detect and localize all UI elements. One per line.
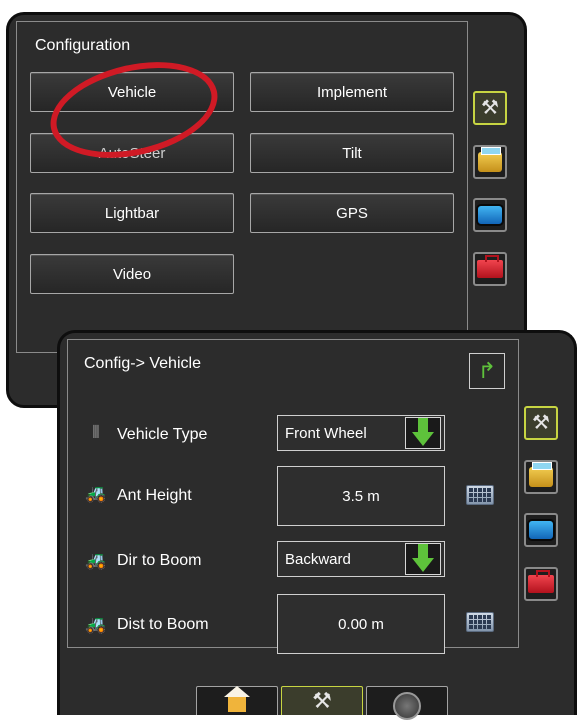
tools-tab[interactable]: ⚒: [524, 406, 558, 440]
display-tab[interactable]: [473, 198, 507, 232]
display-tab[interactable]: [524, 513, 558, 547]
ant-height-label: Ant Height: [117, 487, 192, 504]
folder-tab[interactable]: [524, 460, 558, 494]
dir-to-boom-label: Dir to Boom: [117, 552, 202, 569]
vehicle-type-value: Front Wheel: [285, 424, 367, 442]
back-button[interactable]: ↱: [469, 353, 505, 389]
toolbox-tab[interactable]: [473, 252, 507, 286]
ant-height-value: 3.5 m: [342, 487, 380, 505]
configuration-tab[interactable]: ⚒: [281, 686, 363, 715]
tractor-icon: 🚜: [85, 484, 107, 503]
toolbox-tab[interactable]: [524, 567, 558, 601]
tractor-distance-icon: 🚜: [85, 615, 107, 634]
vehicle-button[interactable]: Vehicle: [30, 72, 234, 112]
vehicle-type-label: Vehicle Type: [117, 426, 208, 443]
gps-button[interactable]: GPS: [250, 193, 454, 233]
autosteer-button[interactable]: AutoSteer: [30, 133, 234, 173]
toolbox-icon: [528, 570, 554, 593]
tools-icon: ⚒: [312, 688, 332, 713]
implement-button[interactable]: Implement: [250, 72, 454, 112]
dist-to-boom-value: 0.00 m: [338, 615, 384, 633]
tilt-button[interactable]: Tilt: [250, 133, 454, 173]
vehicle-config-title: Config-> Vehicle: [84, 355, 201, 372]
ant-height-field[interactable]: 3.5 m: [277, 466, 445, 526]
vehicle-type-dropdown-button[interactable]: [405, 417, 441, 449]
configuration-title: Configuration: [35, 37, 131, 54]
lightbar-button[interactable]: Lightbar: [30, 193, 234, 233]
folder-icon: [478, 147, 502, 172]
wheel-icon: ⫴: [92, 423, 100, 442]
home-icon: [224, 686, 250, 712]
display-icon: [476, 204, 504, 226]
display-icon: [527, 519, 555, 541]
tools-icon: ⚒: [481, 97, 499, 119]
video-button[interactable]: Video: [30, 254, 234, 294]
back-arrow-icon: ↱: [477, 358, 497, 383]
folder-icon: [529, 462, 553, 487]
arrow-down-icon: [412, 544, 434, 572]
home-tab[interactable]: [196, 686, 278, 715]
dist-to-boom-label: Dist to Boom: [117, 616, 209, 633]
tractor-direction-icon: 🚜: [85, 551, 107, 570]
toolbox-icon: [477, 255, 503, 278]
tools-icon: ⚒: [532, 412, 550, 434]
tools-tab[interactable]: ⚒: [473, 91, 507, 125]
arrow-down-icon: [412, 418, 434, 446]
vehicle-config-panel: Config-> Vehicle ↱ ⫴ Vehicle Type Front …: [57, 330, 577, 720]
guidance-tab[interactable]: [366, 686, 448, 720]
keyboard-icon[interactable]: [466, 612, 494, 632]
gauge-icon: [393, 692, 421, 720]
dist-to-boom-field[interactable]: 0.00 m: [277, 594, 445, 654]
keyboard-icon[interactable]: [466, 485, 494, 505]
dir-to-boom-dropdown-button[interactable]: [405, 543, 441, 575]
dir-to-boom-value: Backward: [285, 550, 351, 568]
folder-tab[interactable]: [473, 145, 507, 179]
configuration-frame: [16, 21, 468, 353]
